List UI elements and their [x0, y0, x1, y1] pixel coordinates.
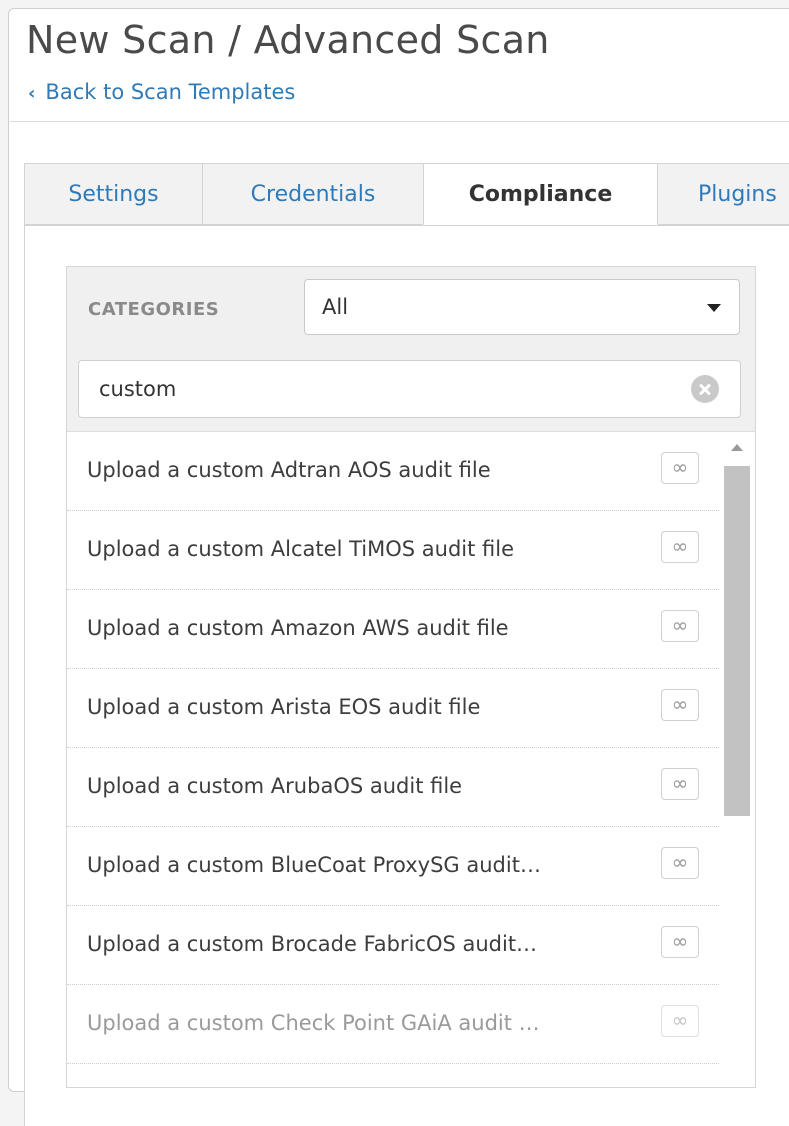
caret-down-icon: [707, 304, 721, 312]
back-to-templates-link[interactable]: ‹ Back to Scan Templates: [28, 80, 295, 104]
chevron-left-icon: ‹: [28, 83, 36, 104]
compliance-panel: CATEGORIES All Upload a custom Adtran AO…: [66, 266, 756, 1088]
search-bar: [67, 349, 755, 432]
categories-bar: CATEGORIES All: [67, 267, 755, 350]
scrollbar-thumb[interactable]: [724, 466, 750, 816]
tab-credentials[interactable]: Credentials: [202, 163, 424, 225]
clear-search-icon[interactable]: [691, 375, 719, 403]
link-icon: ∞: [661, 531, 699, 563]
header-divider: [10, 121, 789, 122]
page-title: New Scan / Advanced Scan: [26, 18, 550, 62]
list-item[interactable]: Upload a custom Alcatel TiMOS audit file…: [67, 511, 719, 590]
categories-select-value: All: [322, 295, 349, 319]
tab-bar: Settings Credentials Compliance Plugins: [24, 163, 789, 226]
list-item-label: Upload a custom Brocade FabricOS audit…: [87, 932, 538, 956]
compliance-list: Upload a custom Adtran AOS audit file ∞ …: [67, 432, 719, 1087]
list-item-label: Upload a custom Arista EOS audit file: [87, 695, 481, 719]
list-item-label: Upload a custom ArubaOS audit file: [87, 774, 463, 798]
list-scrollbar[interactable]: [719, 432, 755, 1087]
link-icon: ∞: [661, 452, 699, 484]
tab-compliance[interactable]: Compliance: [423, 163, 658, 225]
list-item[interactable]: Upload a custom Brocade FabricOS audit… …: [67, 906, 719, 985]
link-icon: ∞: [661, 1005, 699, 1037]
link-icon: ∞: [661, 610, 699, 642]
link-icon: ∞: [661, 689, 699, 721]
link-icon: ∞: [661, 768, 699, 800]
list-item-label: Upload a custom BlueCoat ProxySG audit…: [87, 853, 541, 877]
list-item[interactable]: Upload a custom Adtran AOS audit file ∞: [67, 432, 719, 511]
list-item-label: Upload a custom Check Point GAiA audit …: [87, 1011, 540, 1035]
list-item[interactable]: Upload a custom Arista EOS audit file ∞: [67, 669, 719, 748]
back-link-label: Back to Scan Templates: [45, 80, 296, 104]
link-icon: ∞: [661, 926, 699, 958]
categories-select[interactable]: All: [304, 279, 740, 335]
list-item[interactable]: Upload a custom Check Point GAiA audit ……: [67, 985, 719, 1064]
list-item-label: Upload a custom Adtran AOS audit file: [87, 458, 491, 482]
list-item-label: Upload a custom Amazon AWS audit file: [87, 616, 509, 640]
tab-plugins[interactable]: Plugins: [657, 163, 789, 225]
list-item-label: Upload a custom Alcatel TiMOS audit file: [87, 537, 514, 561]
compliance-search-input[interactable]: [78, 360, 741, 418]
categories-label: CATEGORIES: [88, 299, 220, 320]
list-item[interactable]: Upload a custom Amazon AWS audit file ∞: [67, 590, 719, 669]
list-item[interactable]: Upload a custom ArubaOS audit file ∞: [67, 748, 719, 827]
list-item[interactable]: Upload a custom BlueCoat ProxySG audit… …: [67, 827, 719, 906]
tab-settings[interactable]: Settings: [24, 163, 203, 225]
link-icon: ∞: [661, 847, 699, 879]
scroll-up-arrow-icon[interactable]: [731, 444, 743, 451]
